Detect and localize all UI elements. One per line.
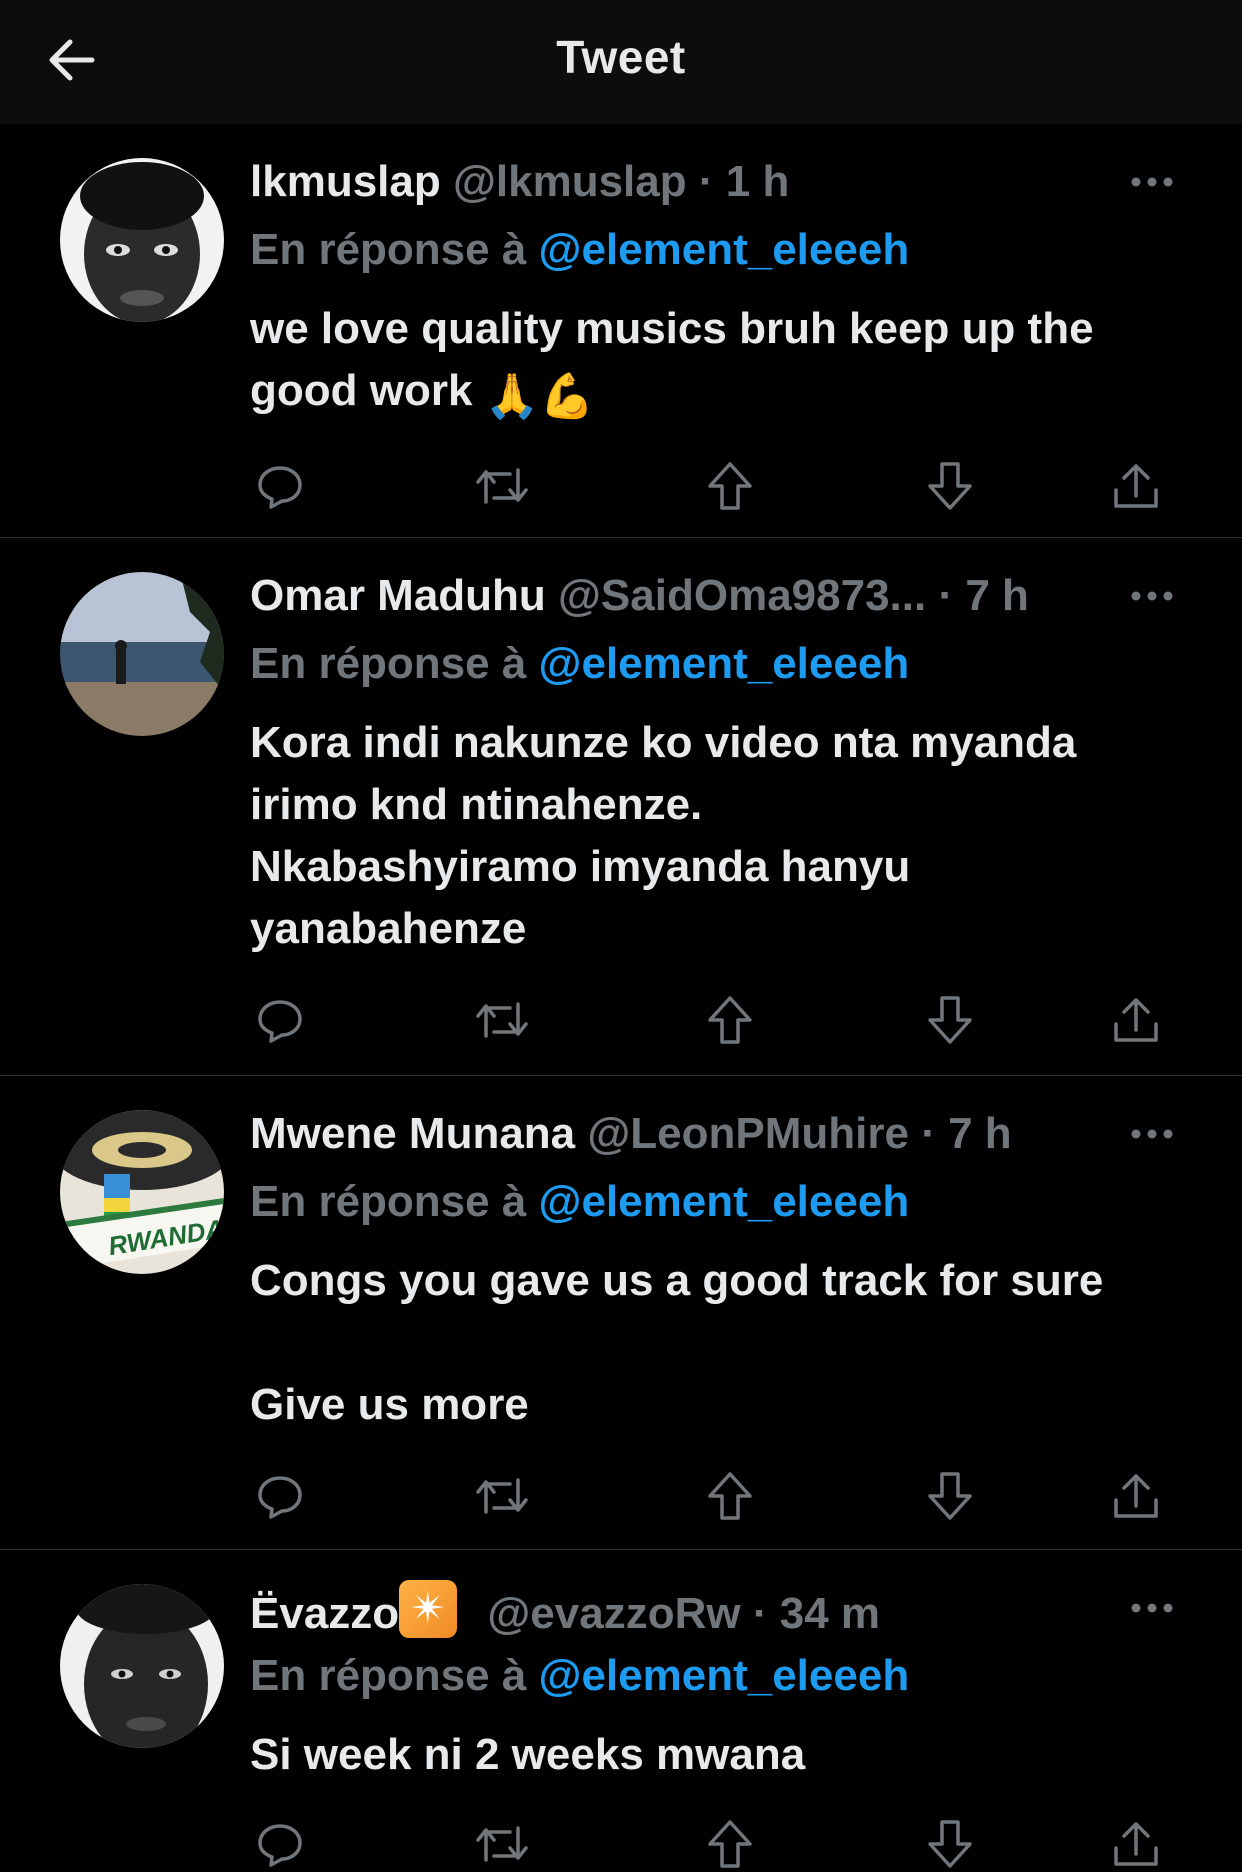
display-name[interactable]: Mwene Munana: [250, 1109, 575, 1158]
upvote-icon: [708, 1472, 752, 1520]
display-name[interactable]: Ëvazzo: [250, 1589, 399, 1638]
more-horizontal-icon: [1131, 1129, 1173, 1139]
avatar[interactable]: [60, 1584, 224, 1748]
page-title: Tweet: [556, 31, 686, 83]
retweet-icon: [476, 468, 528, 504]
reply-button[interactable]: [252, 1816, 308, 1872]
retweet-button[interactable]: [474, 458, 530, 514]
user-handle[interactable]: @evazzoRw: [487, 1589, 740, 1638]
top-bar: Tweet: [0, 0, 1242, 124]
user-handle[interactable]: @LeonPMuhire: [587, 1109, 909, 1158]
reply-button[interactable]: [252, 1468, 308, 1524]
share-button[interactable]: [1108, 1816, 1164, 1872]
reply-icon: [258, 1000, 302, 1043]
reply-context-label: En réponse à: [250, 225, 527, 274]
reply-icon: [258, 1476, 302, 1519]
upvote-button[interactable]: [702, 992, 758, 1048]
upvote-icon: [708, 462, 752, 510]
tweet-text: we love quality musics bruh keep up the …: [250, 298, 1182, 428]
separator-dot: ·: [752, 1589, 768, 1638]
more-horizontal-icon: [1131, 591, 1173, 601]
reply-button[interactable]: [252, 458, 308, 514]
share-button[interactable]: [1108, 992, 1164, 1048]
more-button[interactable]: [1122, 164, 1182, 200]
downvote-icon: [928, 1472, 972, 1520]
display-name[interactable]: lkmuslap: [250, 157, 441, 206]
tweet-text-content: we love quality musics bruh keep up the …: [250, 304, 1106, 415]
retweet-button[interactable]: [474, 1816, 530, 1872]
share-icon: [1114, 1474, 1158, 1518]
tweet-text: Si week ni 2 weeks mwana: [250, 1730, 806, 1779]
avatar[interactable]: [60, 158, 224, 322]
downvote-icon: [928, 462, 972, 510]
reply-list: lkmuslap @lkmuslap · 1 h En réponse à @e…: [0, 124, 1242, 1868]
retweet-icon: [476, 1826, 528, 1862]
avatar[interactable]: [60, 572, 224, 736]
timestamp[interactable]: 34 m: [780, 1589, 880, 1638]
reply-icon: [258, 466, 302, 509]
action-bar: [250, 1816, 1182, 1872]
action-bar: [250, 458, 1182, 514]
separator-dot: ·: [698, 157, 714, 206]
timestamp[interactable]: 1 h: [726, 157, 790, 206]
upvote-button[interactable]: [702, 1468, 758, 1524]
reply-icon: [258, 1824, 302, 1867]
downvote-button[interactable]: [922, 458, 978, 514]
tweet-item[interactable]: Ëvazzo ✴ @evazzoRw · 34 m En réponse à @e…: [0, 1550, 1242, 1868]
retweet-icon: [476, 1478, 528, 1514]
tweet-item[interactable]: RWANDA Mwene Munana @LeonPMuhire · 7 h E…: [0, 1076, 1242, 1550]
flexed-biceps-emoji: 💪: [539, 372, 595, 421]
upvote-icon: [708, 996, 752, 1044]
folded-hands-emoji: 🙏: [484, 372, 540, 421]
downvote-button[interactable]: [922, 1468, 978, 1524]
timestamp[interactable]: 7 h: [965, 571, 1029, 620]
downvote-icon: [928, 1820, 972, 1868]
reply-mention-link[interactable]: @element_eleeeh: [539, 1177, 910, 1226]
more-button[interactable]: [1122, 578, 1182, 614]
reply-mention-link[interactable]: @element_eleeeh: [539, 1651, 910, 1700]
eight-pointed-star-badge: ✴: [399, 1580, 458, 1638]
user-handle[interactable]: @lkmuslap: [453, 157, 687, 206]
retweet-button[interactable]: [474, 992, 530, 1048]
tweet-text: Kora indi nakunze ko video nta myanda ir…: [250, 718, 1077, 953]
more-horizontal-icon: [1131, 1603, 1173, 1613]
downvote-button[interactable]: [922, 992, 978, 1048]
user-handle[interactable]: @SaidOma9873...: [558, 571, 926, 620]
more-button[interactable]: [1122, 1116, 1182, 1152]
separator-dot: ·: [938, 571, 954, 620]
action-bar: [250, 1468, 1182, 1524]
share-icon: [1114, 998, 1158, 1042]
tweet-item[interactable]: Omar Maduhu @SaidOma9873... · 7 h En rép…: [0, 538, 1242, 1076]
upvote-icon: [708, 1820, 752, 1868]
share-icon: [1114, 1822, 1158, 1866]
share-icon: [1114, 464, 1158, 508]
reply-context-label: En réponse à: [250, 1651, 527, 1700]
reply-context-label: En réponse à: [250, 1177, 527, 1226]
share-button[interactable]: [1108, 458, 1164, 514]
more-horizontal-icon: [1131, 177, 1173, 187]
action-bar: [250, 992, 1182, 1048]
badge-glyph: ✴: [409, 1584, 447, 1633]
retweet-button[interactable]: [474, 1468, 530, 1524]
upvote-button[interactable]: [702, 458, 758, 514]
reply-mention-link[interactable]: @element_eleeeh: [539, 225, 910, 274]
downvote-button[interactable]: [922, 1816, 978, 1872]
timestamp[interactable]: 7 h: [948, 1109, 1012, 1158]
more-button[interactable]: [1122, 1590, 1182, 1626]
reply-button[interactable]: [252, 992, 308, 1048]
tweet-item[interactable]: lkmuslap @lkmuslap · 1 h En réponse à @e…: [0, 124, 1242, 538]
retweet-icon: [476, 1002, 528, 1038]
separator-dot: ·: [921, 1109, 936, 1158]
reply-mention-link[interactable]: @element_eleeeh: [539, 639, 910, 688]
share-button[interactable]: [1108, 1468, 1164, 1524]
display-name[interactable]: Omar Maduhu: [250, 571, 546, 620]
downvote-icon: [928, 996, 972, 1044]
reply-context-label: En réponse à: [250, 639, 527, 688]
tweet-text: Congs you gave us a good track for sure …: [250, 1256, 1104, 1429]
upvote-button[interactable]: [702, 1816, 758, 1872]
avatar[interactable]: RWANDA: [60, 1110, 224, 1274]
